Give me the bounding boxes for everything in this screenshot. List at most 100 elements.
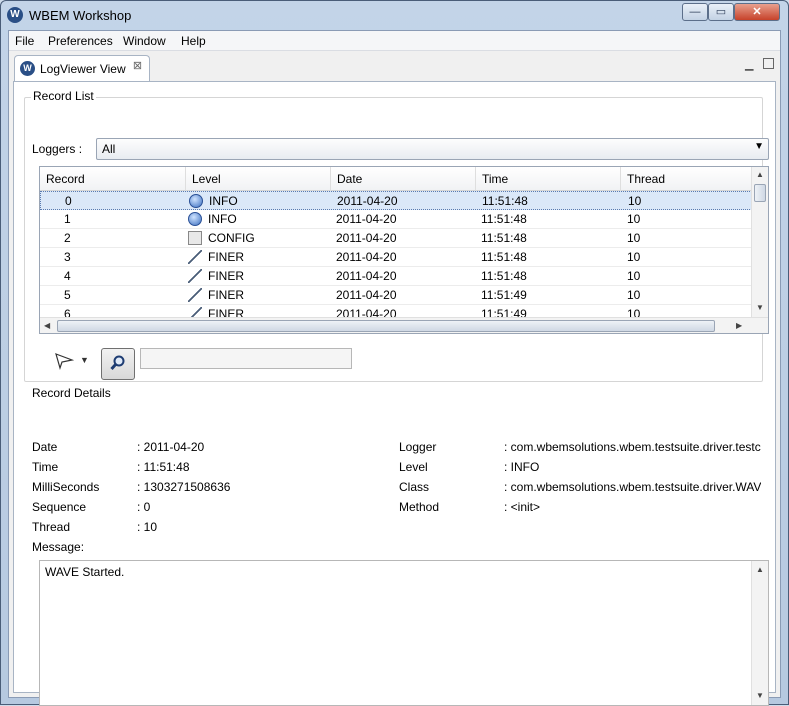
cell-date: 2011-04-20 (336, 250, 397, 264)
cell-thread: 10 (628, 194, 642, 208)
detail-label: MilliSeconds (32, 480, 100, 494)
wbem-app-icon: W (7, 7, 23, 23)
close-button[interactable]: ✕ (734, 3, 780, 21)
menu-window[interactable]: Window (123, 34, 166, 48)
table-row[interactable]: 3 FINER 2011-04-20 11:51:48 10 (40, 248, 752, 267)
detail-label: Date (32, 440, 58, 454)
cell-thread: 10 (627, 231, 641, 245)
view-minimize-icon[interactable]: ▁ (745, 58, 753, 71)
cell-thread: 10 (627, 269, 641, 283)
records-table: Record Level Date Time Thread 0 INFO 2011-… (39, 166, 769, 334)
scroll-up-icon[interactable]: ▲ (756, 170, 764, 179)
detail-label: Thread (32, 520, 71, 534)
table-row[interactable]: 1 INFO 2011-04-20 11:51:48 10 (40, 210, 752, 229)
chevron-down-icon: ▼ (754, 141, 764, 152)
cell-date: 2011-04-20 (337, 194, 398, 208)
cell-time: 11:51:49 (481, 307, 527, 317)
config-icon (188, 231, 202, 245)
scroll-up-icon[interactable]: ▲ (756, 565, 764, 574)
horizontal-scrollbar[interactable]: ◀ ▶ (40, 317, 768, 333)
horizontal-scroll-thumb[interactable] (57, 320, 715, 332)
close-icon: ✕ (752, 6, 762, 18)
cell-date: 2011-04-20 (336, 307, 397, 317)
menu-file[interactable]: File (15, 34, 34, 48)
col-level[interactable]: Level (186, 167, 331, 191)
col-date[interactable]: Date (331, 167, 476, 191)
cell-level: CONFIG (208, 231, 255, 245)
detail-value: : com.wbemsolutions.wbem.testsuite.drive… (504, 440, 761, 454)
table-row[interactable]: 5 FINER 2011-04-20 11:51:49 10 (40, 286, 752, 305)
table-row[interactable]: 0 INFO 2011-04-20 11:51:48 10 (40, 191, 752, 210)
scroll-down-icon[interactable]: ▼ (756, 303, 764, 312)
cell-date: 2011-04-20 (336, 288, 397, 302)
menu-preferences[interactable]: Preferences (48, 34, 113, 48)
scroll-left-icon[interactable]: ◀ (44, 321, 50, 330)
detail-label: Level (399, 460, 428, 474)
search-icon (110, 355, 125, 371)
message-label: Message: (32, 540, 85, 554)
cell-time: 11:51:48 (481, 212, 527, 226)
finer-icon (188, 288, 202, 302)
table-row[interactable]: 2 CONFIG 2011-04-20 11:51:48 10 (40, 229, 752, 248)
maximize-button[interactable]: ▭ (708, 3, 734, 21)
maximize-icon: ▭ (715, 6, 727, 18)
tab-label: LogViewer View (40, 62, 126, 76)
client-area: File Preferences Window Help W LogViewer… (8, 30, 781, 706)
message-text: WAVE Started. (45, 565, 125, 579)
message-textarea[interactable]: WAVE Started. ▲ ▼ (39, 560, 769, 706)
tab-close-icon[interactable]: ⊠ (131, 60, 144, 73)
cell-record: 3 (64, 250, 71, 264)
cell-record: 4 (64, 269, 71, 283)
scroll-right-icon[interactable]: ▶ (736, 321, 742, 330)
cell-record: 5 (64, 288, 71, 302)
loggers-dropdown[interactable]: All ▼ (96, 138, 769, 160)
cell-level: FINER (208, 269, 244, 283)
cell-level: INFO (209, 194, 238, 208)
wbem-icon: W (20, 61, 35, 76)
cell-level: INFO (208, 212, 237, 226)
tab-logviewer[interactable]: W LogViewer View ⊠ (14, 55, 150, 81)
record-list-title: Record List (31, 89, 96, 103)
table-row[interactable]: 6 FINER 2011-04-20 11:51:49 10 (40, 305, 752, 317)
detail-label: Time (32, 460, 59, 474)
cell-date: 2011-04-20 (336, 269, 397, 283)
finer-icon (188, 307, 202, 317)
window-title: WBEM Workshop (29, 8, 132, 23)
cell-record: 1 (64, 212, 71, 226)
detail-label: Class (399, 480, 430, 494)
cell-thread: 10 (627, 288, 641, 302)
detail-value: : <init> (504, 500, 541, 514)
message-scrollbar[interactable]: ▲ ▼ (751, 561, 768, 705)
search-input[interactable] (140, 348, 352, 369)
logviewer-view: Record List Loggers : All ▼ Record Level… (13, 81, 776, 706)
table-row[interactable]: 4 FINER 2011-04-20 11:51:48 10 (40, 267, 752, 286)
detail-label: Method (399, 500, 440, 514)
filter-dropdown-icon[interactable]: ▼ (80, 355, 89, 365)
cell-time: 11:51:48 (481, 231, 527, 245)
vertical-scroll-thumb[interactable] (754, 184, 766, 202)
col-thread[interactable]: Thread (621, 167, 752, 191)
filter-icon[interactable] (54, 350, 76, 372)
search-button[interactable] (101, 348, 135, 380)
scroll-down-icon[interactable]: ▼ (756, 691, 764, 700)
minimize-button[interactable]: — (682, 3, 708, 21)
detail-label: Logger (399, 440, 437, 454)
view-tab-bar: W LogViewer View ⊠ ▁ (12, 55, 777, 81)
col-record[interactable]: Record (40, 167, 186, 191)
cell-time: 11:51:48 (482, 194, 528, 208)
cell-time: 11:51:49 (481, 288, 527, 302)
menu-help[interactable]: Help (181, 34, 206, 48)
cell-level: FINER (208, 307, 244, 317)
detail-value: : 2011-04-20 (137, 440, 205, 454)
detail-value: : 11:51:48 (137, 460, 190, 474)
title-bar[interactable]: W WBEM Workshop — ▭ ✕ (1, 1, 788, 29)
detail-value: : 1303271508636 (137, 480, 231, 494)
cell-thread: 10 (627, 307, 641, 317)
view-maximize-icon[interactable] (763, 58, 774, 69)
finer-icon (188, 269, 202, 283)
cell-thread: 10 (627, 212, 641, 226)
col-time[interactable]: Time (476, 167, 621, 191)
table-body: 0 INFO 2011-04-20 11:51:48 10 1 INFO 2011-04-20… (40, 191, 752, 317)
vertical-scrollbar[interactable]: ▲ ▼ (751, 167, 768, 317)
detail-value: : 10 (137, 520, 158, 534)
